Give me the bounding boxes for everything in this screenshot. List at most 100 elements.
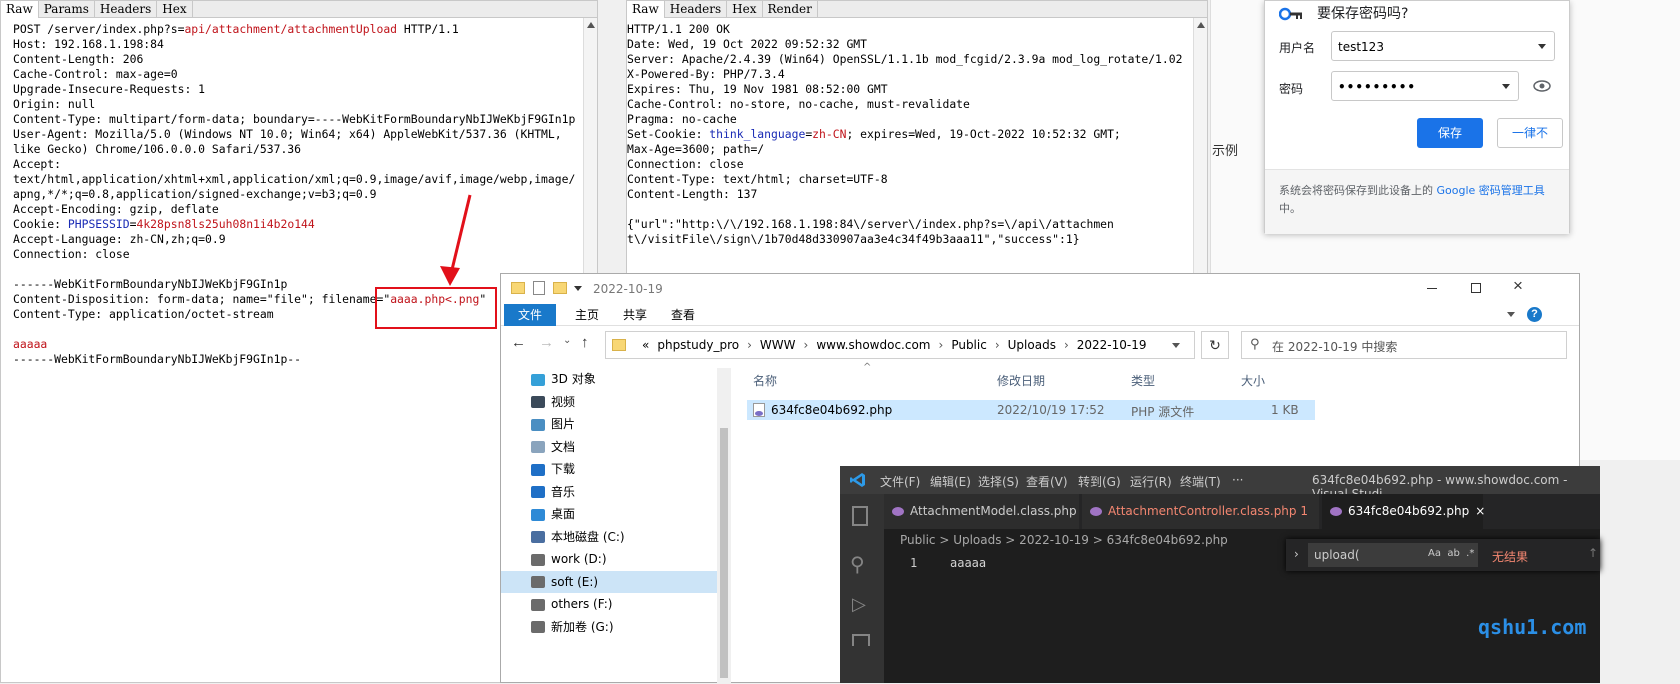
close-icon[interactable]: × — [1513, 276, 1523, 296]
tab-attachment-controller[interactable]: AttachmentController.class.php 1 — [1082, 494, 1320, 529]
nav-item[interactable]: 视频 — [531, 391, 729, 413]
code-line[interactable]: aaaaa — [950, 556, 986, 570]
breadcrumb-item[interactable]: « — [642, 338, 649, 352]
response-tab-headers[interactable]: Headers — [665, 1, 728, 18]
password-field[interactable]: ••••••••• — [1331, 71, 1519, 101]
minimize-button[interactable] — [1427, 288, 1437, 289]
menu-item[interactable]: 选择(S) — [978, 473, 1019, 490]
response-scrollbar[interactable] — [1193, 18, 1207, 278]
request-tab-raw[interactable]: Raw — [1, 1, 39, 18]
nav-item[interactable]: 图片 — [531, 413, 729, 435]
chevron-right-icon[interactable]: › — [747, 338, 752, 352]
chevron-down-icon[interactable] — [1172, 343, 1180, 348]
column-size[interactable]: 大小 — [1241, 372, 1265, 389]
scroll-up-icon[interactable] — [1197, 22, 1205, 28]
nav-item[interactable]: 下载 — [531, 458, 729, 480]
find-input[interactable]: upload( Aa ab .* — [1308, 543, 1478, 567]
chevron-down-icon[interactable] — [574, 286, 582, 291]
column-name[interactable]: 名称 — [753, 372, 777, 389]
breadcrumb-item[interactable]: WWW — [760, 338, 796, 352]
refresh-icon[interactable]: ↻ — [1201, 331, 1229, 359]
close-icon[interactable]: × — [1475, 504, 1485, 518]
run-debug-icon[interactable]: ▷ — [852, 594, 866, 615]
response-tab-render[interactable]: Render — [763, 1, 818, 18]
response-text: zh-CN — [812, 127, 847, 141]
response-text: Content-Type: text/html; charset=UTF-8 — [627, 172, 888, 186]
chevron-down-icon[interactable] — [1538, 44, 1546, 49]
recent-chevron-icon[interactable]: ⌄ — [563, 335, 571, 346]
properties-icon[interactable] — [533, 281, 545, 295]
breadcrumb-item[interactable]: www.showdoc.com — [816, 338, 930, 352]
username-value: test123 — [1338, 40, 1384, 54]
eye-icon[interactable] — [1533, 79, 1551, 93]
nav-item[interactable]: soft (E:) — [501, 570, 721, 593]
forward-icon[interactable]: → — [539, 334, 554, 351]
menu-item[interactable]: 转到(G) — [1078, 473, 1121, 490]
request-tab-hex[interactable]: Hex — [157, 1, 193, 18]
tab-uploaded-file[interactable]: 634fc8e04b692.php × — [1322, 494, 1485, 529]
back-icon[interactable]: ← — [511, 334, 526, 351]
password-manager-link[interactable]: Google 密码管理工具 — [1437, 184, 1545, 197]
menu-item[interactable]: 查看(V) — [1026, 473, 1068, 490]
breadcrumb-item[interactable]: phpstudy_pro — [657, 338, 739, 352]
search-icon[interactable]: ⚲ — [850, 552, 865, 576]
table-row[interactable]: 634fc8e04b692.php 2022/10/19 17:52 PHP 源… — [747, 400, 1315, 420]
response-body[interactable]: HTTP/1.1 200 OK Date: Wed, 19 Oct 2022 09… — [627, 22, 1185, 247]
nav-item[interactable]: 新加卷 (G:) — [531, 616, 729, 638]
breadcrumb-item[interactable]: Public — [951, 338, 987, 352]
chevron-right-icon[interactable]: › — [1064, 338, 1069, 352]
column-type[interactable]: 类型 — [1131, 372, 1155, 389]
menu-item[interactable]: 运行(R) — [1130, 473, 1172, 490]
nav-item[interactable]: 本地磁盘 (C:) — [531, 526, 729, 548]
up-icon[interactable]: ↑ — [581, 334, 589, 351]
scroll-up-icon[interactable] — [587, 22, 595, 28]
breadcrumb-item[interactable]: 2022-10-19 — [1077, 338, 1147, 352]
previous-match-icon[interactable]: ↑ — [1588, 546, 1598, 560]
chevron-right-icon[interactable]: › — [1294, 547, 1299, 561]
nav-item[interactable]: 3D 对象 — [531, 368, 729, 390]
search-input[interactable]: ⚲ 在 2022-10-19 中搜索 — [1241, 331, 1567, 359]
find-options[interactable]: Aa ab .* — [1428, 548, 1474, 559]
chevron-down-icon[interactable] — [1502, 84, 1510, 89]
nav-item[interactable]: 音乐 — [531, 481, 729, 503]
explorer-icon[interactable] — [852, 506, 868, 526]
maximize-button[interactable] — [1471, 283, 1481, 293]
chevron-right-icon[interactable]: › — [995, 338, 1000, 352]
response-tab-raw[interactable]: Raw — [627, 1, 665, 18]
nav-item[interactable]: work (D:) — [531, 548, 729, 570]
scroll-thumb[interactable] — [720, 428, 728, 678]
ribbon-tab-share[interactable]: 共享 — [615, 304, 655, 326]
menu-item[interactable]: 终端(T) — [1180, 473, 1221, 490]
nav-scrollbar[interactable] — [717, 368, 731, 684]
editor-breadcrumb[interactable]: Public > Uploads > 2022-10-19 > 634fc8e0… — [900, 533, 1228, 547]
extensions-icon[interactable] — [852, 634, 870, 646]
save-button[interactable]: 保存 — [1417, 118, 1483, 148]
request-line: apng,*/*;q=0.8,application/signed-exchan… — [13, 187, 575, 202]
nav-item[interactable]: others (F:) — [531, 593, 729, 615]
request-scrollbar[interactable] — [583, 18, 597, 278]
chevron-down-icon[interactable] — [1507, 312, 1515, 317]
menu-item[interactable]: 文件(F) — [880, 473, 920, 490]
menu-item[interactable]: ··· — [1232, 473, 1243, 487]
response-tab-hex[interactable]: Hex — [727, 1, 763, 18]
chevron-right-icon[interactable]: › — [804, 338, 809, 352]
tab-attachment-model[interactable]: AttachmentModel.class.php — [884, 494, 1080, 529]
nav-item[interactable]: 桌面 — [531, 503, 729, 525]
chevron-right-icon[interactable]: › — [939, 338, 944, 352]
new-folder-icon[interactable] — [553, 282, 567, 294]
username-field[interactable]: test123 — [1331, 31, 1555, 61]
menu-item[interactable]: 编辑(E) — [930, 473, 971, 490]
request-line: ------WebKitFormBoundaryNbIJWeKbjF9GIn1p… — [13, 352, 575, 367]
address-bar[interactable]: « phpstudy_pro › WWW › www.showdoc.com › Public… — [605, 331, 1195, 359]
never-button[interactable]: 一律不 — [1497, 118, 1563, 148]
ribbon-tab-file[interactable]: 文件 — [504, 304, 556, 326]
request-tab-params[interactable]: Params — [39, 1, 95, 18]
ribbon-tab-view[interactable]: 查看 — [663, 304, 703, 326]
save-password-popup: 要保存密码吗? 用户名 test123 密码 ••••••••• 保存 一律不 … — [1264, 0, 1570, 234]
request-tab-headers[interactable]: Headers — [95, 1, 158, 18]
nav-item[interactable]: 文档 — [531, 436, 729, 458]
column-date[interactable]: 修改日期 — [997, 372, 1045, 389]
ribbon-tab-home[interactable]: 主页 — [567, 304, 607, 326]
breadcrumb-item[interactable]: Uploads — [1008, 338, 1056, 352]
help-icon[interactable]: ? — [1527, 307, 1542, 322]
